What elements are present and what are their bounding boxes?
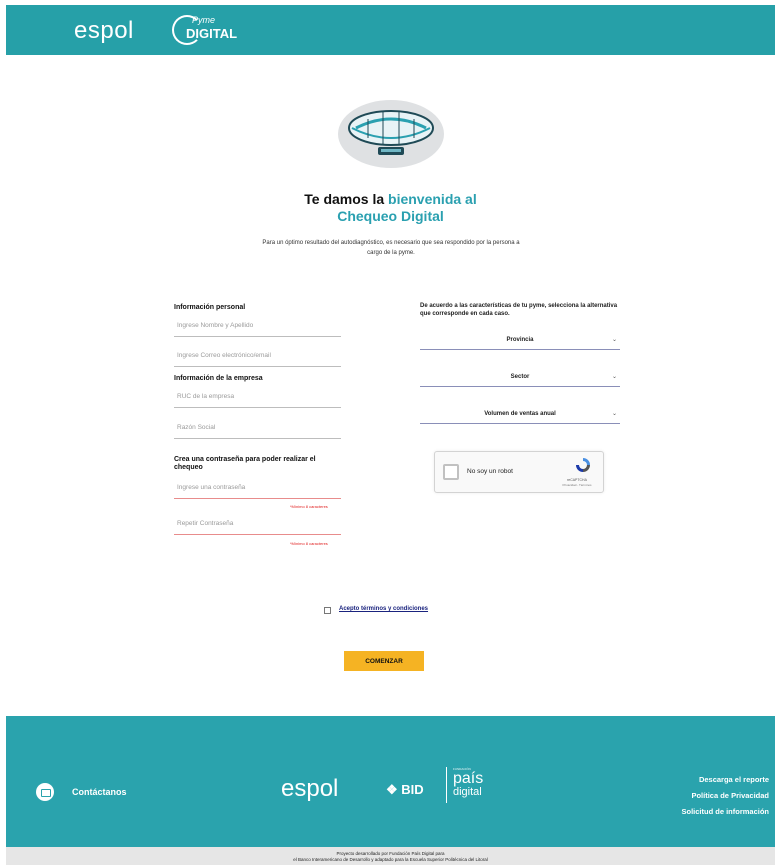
chevron-down-icon: ⌄ — [611, 411, 617, 417]
recaptcha-icon — [576, 458, 590, 472]
privacy-policy-link[interactable]: Política de Privacidad — [681, 788, 769, 804]
pais-logo-top: FUNDACIÓN — [453, 767, 471, 771]
logo-digital-text: DIGITAL — [186, 26, 238, 41]
footer-pais-digital-logo: FUNDACIÓN país digital — [446, 767, 488, 803]
provincia-select-label: Provincia — [506, 337, 534, 343]
sector-select[interactable]: Sector ⌄ — [420, 367, 620, 387]
password-hint: *Mínimo 8 caracteres — [290, 504, 328, 509]
bid-logo-text: BID — [401, 782, 424, 797]
page-title: Te damos la bienvenida al Chequeo Digita… — [6, 191, 775, 225]
page-frame: espol Pyme DIGITAL Te damos la bienvenid… — [6, 5, 775, 865]
provincia-select[interactable]: Provincia ⌄ — [420, 330, 620, 350]
personal-info-heading: Información personal — [174, 304, 246, 311]
credits-bar: Proyecto desarrollado por Fundación País… — [6, 847, 775, 865]
selection-instructions: De acuerdo a las características de tu p… — [420, 303, 618, 317]
title-highlight: bienvenida al — [388, 191, 477, 207]
chevron-down-icon: ⌄ — [611, 337, 617, 343]
name-input[interactable] — [174, 315, 341, 337]
terms-checkbox[interactable] — [324, 607, 331, 614]
recaptcha-widget: No soy un robot reCAPTCHA Privacidad - T… — [434, 451, 604, 493]
password-heading: Crea una contraseña para poder realizar … — [174, 456, 316, 471]
mail-icon[interactable] — [36, 783, 54, 801]
footer-bid-logo: ❖ BID — [386, 782, 424, 798]
ventas-select[interactable]: Volumen de ventas anual ⌄ — [420, 404, 620, 424]
top-header: espol Pyme DIGITAL — [6, 5, 775, 55]
info-request-link[interactable]: Solicitud de información — [681, 804, 769, 820]
recaptcha-checkbox[interactable] — [443, 464, 459, 480]
logo-script-text: Pyme — [192, 15, 216, 25]
company-info-heading: Información de la empresa — [174, 375, 263, 382]
title-line2: Chequeo Digital — [337, 208, 444, 224]
ruc-input[interactable] — [174, 386, 341, 408]
sector-select-label: Sector — [510, 374, 530, 380]
email-input[interactable] — [174, 345, 341, 367]
footer: Contáctanos espol ❖ BID FUNDACIÓN país d… — [6, 716, 775, 847]
repeat-password-hint: *Mínimo 8 caracteres — [290, 541, 328, 546]
razon-social-input[interactable] — [174, 417, 341, 439]
repeat-password-input[interactable] — [174, 513, 341, 535]
chevron-down-icon: ⌄ — [611, 374, 617, 380]
recaptcha-brand: reCAPTCHA — [567, 478, 587, 482]
footer-espol-logo: espol — [281, 775, 339, 802]
blimp-icon — [348, 110, 434, 155]
bid-swirl-icon: ❖ — [386, 782, 398, 797]
recaptcha-label: No soy un robot — [467, 468, 513, 475]
terms-link[interactable]: Acepto términos y condiciones — [339, 606, 428, 612]
blimp-illustration — [338, 100, 444, 168]
pais-logo-big: país — [453, 770, 484, 787]
ventas-select-label: Volumen de ventas anual — [484, 411, 556, 417]
pyme-digital-logo[interactable]: Pyme DIGITAL — [172, 15, 252, 45]
page-subtitle: Para un óptimo resultado del autodiagnós… — [262, 240, 520, 256]
recaptcha-terms[interactable]: Privacidad - Términos — [557, 483, 597, 487]
espol-logo[interactable]: espol — [74, 17, 134, 45]
contact-link[interactable]: Contáctanos — [72, 787, 127, 797]
password-input[interactable] — [174, 477, 341, 499]
download-report-link[interactable]: Descarga el reporte — [681, 772, 769, 788]
title-prefix: Te damos la — [304, 191, 389, 207]
pais-logo-digital: digital — [453, 786, 482, 798]
footer-links: Descarga el reporte Política de Privacid… — [681, 772, 769, 820]
credit-line-2: el Banco Interamericano de Desarrollo y … — [293, 857, 488, 862]
comenzar-button[interactable]: COMENZAR — [344, 651, 424, 671]
